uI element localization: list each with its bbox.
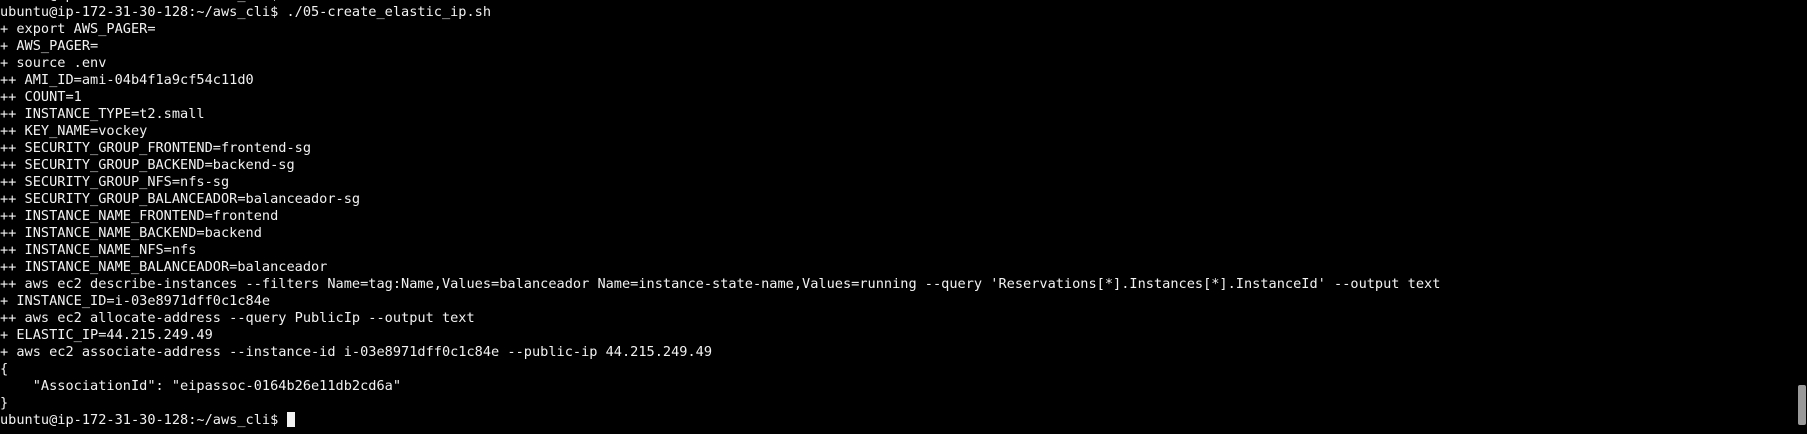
terminal-line: { [0, 361, 9, 377]
terminal-line: ++ INSTANCE_NAME_FRONTEND=frontend [0, 208, 279, 224]
terminal-line: ++ aws ec2 allocate-address --query Publ… [0, 310, 475, 326]
terminal-prompt: ubuntu@ip-172-31-30-128:~/aws_cli$ [0, 412, 279, 428]
terminal-line: ++ INSTANCE_NAME_NFS=nfs [0, 242, 197, 258]
terminal-prompt-line[interactable]: ubuntu@ip-172-31-30-128:~/aws_cli$ [0, 412, 1797, 429]
terminal-line: + INSTANCE_ID=i-03e8971dff0c1c84e [0, 293, 271, 309]
terminal-line: ++ SECURITY_GROUP_BALANCEADOR=balanceado… [0, 191, 361, 207]
scrollbar-thumb[interactable] [1798, 385, 1806, 425]
terminal-line: ++ COUNT=1 [0, 89, 82, 105]
terminal-line: ++ SECURITY_GROUP_NFS=nfs-sg [0, 174, 230, 190]
terminal-line: + source .env [0, 55, 107, 71]
terminal-line: ++ SECURITY_GROUP_FRONTEND=frontend-sg [0, 140, 311, 156]
terminal-line: + ELASTIC_IP=44.215.249.49 [0, 327, 213, 343]
scrolled-off-line: ubuntu@ip-172-31-30-128:~/aws_cli$ [0, 0, 1797, 4]
terminal-line: ++ SECURITY_GROUP_BACKEND=backend-sg [0, 157, 295, 173]
terminal-line: ++ INSTANCE_NAME_BALANCEADOR=balanceador [0, 259, 328, 275]
terminal-line: ++ INSTANCE_NAME_BACKEND=backend [0, 225, 262, 241]
terminal-line: + AWS_PAGER= [0, 38, 99, 54]
terminal-line: + aws ec2 associate-address --instance-i… [0, 344, 713, 360]
terminal-window[interactable]: ubuntu@ip-172-31-30-128:~/aws_cli$ ubunt… [0, 0, 1797, 434]
terminal-line: "AssociationId": "eipassoc-0164b26e11db2… [0, 378, 402, 394]
terminal-line: ++ AMI_ID=ami-04b4f1a9cf54c11d0 [0, 72, 254, 88]
terminal-line-partial: ubuntu@ip-172-31-30-128:~/aws_cli$ [0, 0, 278, 4]
terminal-line: ++ aws ec2 describe-instances --filters … [0, 276, 1441, 292]
terminal-line: ++ INSTANCE_TYPE=t2.small [0, 106, 205, 122]
terminal-line: + export AWS_PAGER= [0, 21, 156, 37]
terminal-line: } [0, 395, 9, 411]
terminal-line: ubuntu@ip-172-31-30-128:~/aws_cli$ ./05-… [0, 4, 492, 20]
text-cursor [287, 412, 296, 427]
terminal-line: ++ KEY_NAME=vockey [0, 123, 148, 139]
terminal-output: ubuntu@ip-172-31-30-128:~/aws_cli$ ./05-… [0, 4, 1797, 412]
vertical-scrollbar[interactable] [1797, 0, 1807, 434]
